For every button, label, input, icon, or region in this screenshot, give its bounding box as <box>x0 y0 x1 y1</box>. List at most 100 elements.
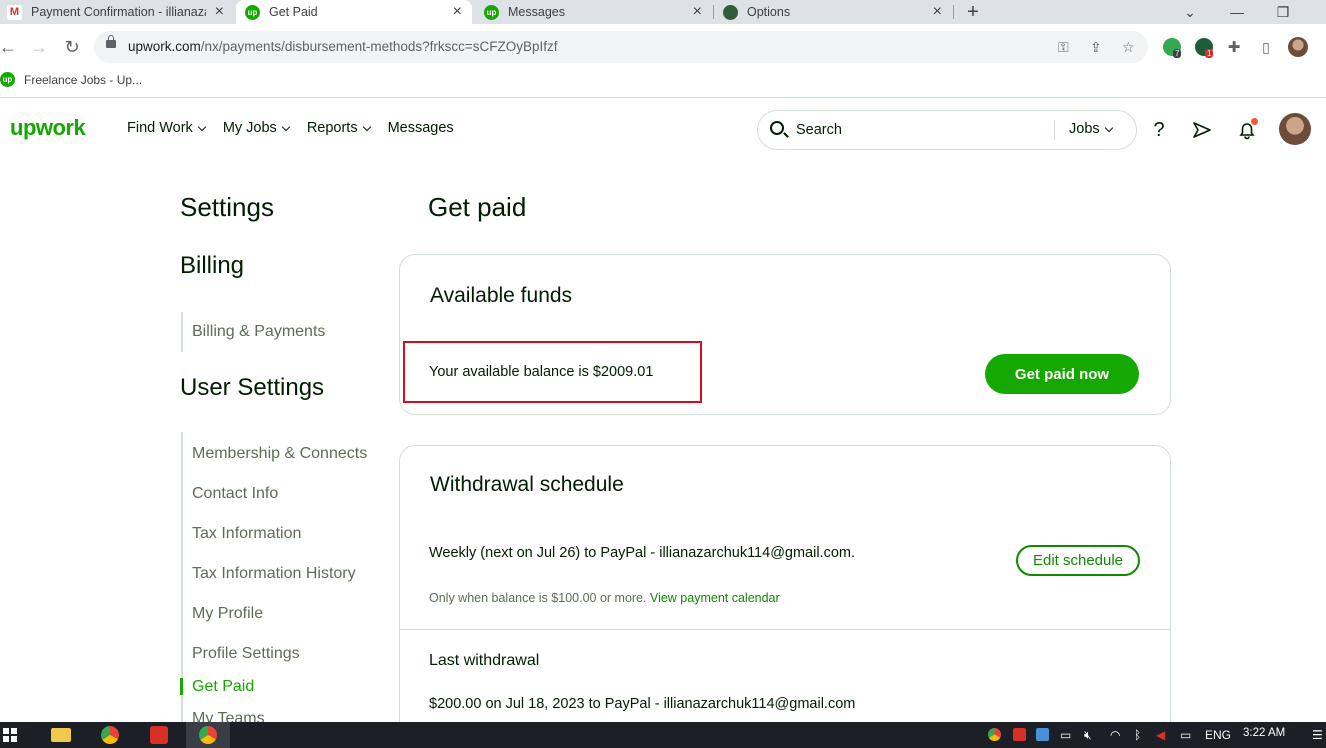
chrome-active-icon[interactable] <box>186 722 230 748</box>
app-red-icon[interactable] <box>137 722 181 748</box>
search-icon <box>770 121 784 135</box>
bookmarks-bar: up Freelance Jobs - Up... <box>0 70 1326 98</box>
last-withdrawal-title: Last withdrawal <box>429 652 540 669</box>
speaker-icon[interactable]: ◀ <box>1156 728 1165 742</box>
chevron-down-icon <box>197 122 207 131</box>
sidebar-item-billing-payments[interactable]: Billing & Payments <box>192 323 325 341</box>
settings-heading: Settings <box>180 192 274 222</box>
search-divider <box>1054 120 1055 140</box>
nav-messages[interactable]: Messages <box>388 120 454 136</box>
wifi-icon[interactable]: ◠ <box>1110 728 1120 742</box>
nav-reports[interactable]: Reports <box>307 120 371 136</box>
tab-search-icon[interactable]: ⌄ <box>1170 0 1210 24</box>
extension-badge: 1 <box>1205 49 1214 58</box>
chevron-down-icon <box>281 122 291 131</box>
tab-title: Get Paid <box>269 5 318 19</box>
notification-dot <box>1251 118 1258 125</box>
billing-heading: Billing <box>180 252 245 279</box>
chevron-down-icon <box>362 122 371 131</box>
schedule-note: Only when balance is $100.00 or more. Vi… <box>429 591 780 605</box>
sidebar-item-get-paid[interactable]: Get Paid <box>192 678 254 696</box>
browser-toolbar: ← → ↻ upwork.com/nx/payments/disbursemen… <box>0 24 1326 70</box>
file-explorer-icon[interactable] <box>39 722 83 748</box>
tab-title: Payment Confirmation - illianazar <box>31 5 206 19</box>
network-tray-icon[interactable] <box>1036 728 1049 741</box>
bookmark-freelance-jobs[interactable]: up Freelance Jobs - Up... <box>0 72 142 87</box>
close-tab-icon[interactable]: × <box>453 3 462 21</box>
tab-separator <box>713 5 714 19</box>
extension-icon <box>723 4 738 20</box>
minimize-icon[interactable]: — <box>1217 0 1257 24</box>
schedule-description: Weekly (next on Jul 26) to PayPal - illi… <box>429 545 856 561</box>
side-panel-icon[interactable]: ▯ <box>1254 35 1278 59</box>
bookmark-star-icon[interactable]: ☆ <box>1122 39 1135 56</box>
available-funds-title: Available funds <box>430 284 573 307</box>
card-divider <box>400 629 1170 630</box>
active-item-indicator <box>180 678 183 695</box>
sidebar-item-my-profile[interactable]: My Profile <box>192 605 263 623</box>
main-nav: Find Work My Jobs Reports Messages <box>127 120 454 136</box>
search-scope-select[interactable]: Jobs <box>1069 121 1113 137</box>
volume-muted-icon[interactable]: 🔇︎ <box>1084 728 1092 743</box>
billing-nav-group <box>181 312 183 352</box>
nav-my-jobs[interactable]: My Jobs <box>223 120 291 136</box>
url-text: upwork.com/nx/payments/disbursement-meth… <box>128 39 558 54</box>
sidebar-item-membership[interactable]: Membership & Connects <box>192 445 367 463</box>
reload-icon[interactable]: ↻ <box>60 35 84 59</box>
tab-options[interactable]: Options × <box>716 0 952 24</box>
sidebar-item-tax-information[interactable]: Tax Information <box>192 525 301 543</box>
notification-center-icon[interactable]: ☰ <box>1312 728 1323 742</box>
app-tray-icon[interactable] <box>1013 728 1026 741</box>
windows-taskbar: ▭ 🔇︎ ◠ ᛒ ◀ ▭ ENG 3:22 AM ☰ <box>0 722 1326 748</box>
extensions-puzzle-icon[interactable]: ✚ <box>1222 35 1246 59</box>
share-icon[interactable]: ⇪ <box>1090 39 1102 56</box>
chrome-tray-icon[interactable] <box>988 728 1001 741</box>
edit-schedule-button[interactable]: Edit schedule <box>1016 545 1140 576</box>
extension-badge: 7 <box>1173 49 1182 58</box>
upwork-logo[interactable]: upwork <box>10 115 86 141</box>
upwork-icon: up <box>245 4 260 20</box>
site-header: upwork Find Work My Jobs Reports Message… <box>0 98 1326 162</box>
lock-icon <box>106 35 116 48</box>
help-icon[interactable]: ? <box>1147 118 1171 142</box>
forward-arrow-icon[interactable]: → <box>27 35 51 59</box>
windows-start-icon[interactable] <box>0 722 32 748</box>
search-box[interactable]: Search Jobs <box>757 110 1137 150</box>
clock[interactable]: 3:22 AM <box>1243 726 1285 740</box>
close-tab-icon[interactable]: × <box>215 3 224 21</box>
direct-contracts-icon[interactable] <box>1190 118 1214 142</box>
tab-get-paid[interactable]: up Get Paid × <box>236 0 472 24</box>
browser-tab-strip: M Payment Confirmation - illianazar × up… <box>0 0 1326 24</box>
chrome-icon[interactable] <box>88 722 132 748</box>
tab-messages[interactable]: up Messages × <box>476 0 712 24</box>
profile-avatar-icon[interactable] <box>1288 37 1308 57</box>
upwork-icon: up <box>0 72 15 87</box>
sidebar-item-profile-settings[interactable]: Profile Settings <box>192 645 300 663</box>
upwork-icon: up <box>484 4 499 20</box>
sidebar-item-contact-info[interactable]: Contact Info <box>192 485 278 503</box>
view-payment-calendar-link[interactable]: View payment calendar <box>650 591 780 605</box>
user-settings-heading: User Settings <box>180 374 325 401</box>
language-indicator[interactable]: ENG <box>1205 728 1231 742</box>
battery-icon[interactable]: ▭ <box>1180 728 1191 742</box>
balance-highlight-box <box>403 341 702 403</box>
get-paid-now-button[interactable]: Get paid now <box>985 354 1139 394</box>
device-tray-icon[interactable]: ▭ <box>1060 728 1071 742</box>
sidebar-item-tax-history[interactable]: Tax Information History <box>192 565 356 583</box>
chevron-down-icon <box>1104 123 1113 132</box>
bluetooth-icon[interactable]: ᛒ <box>1134 728 1141 742</box>
close-tab-icon[interactable]: × <box>933 3 942 21</box>
tab-payment-confirmation[interactable]: M Payment Confirmation - illianazar × <box>0 0 234 24</box>
page-title: Get paid <box>428 192 527 222</box>
gmail-icon: M <box>7 4 22 20</box>
close-tab-icon[interactable]: × <box>693 3 702 21</box>
address-bar[interactable]: upwork.com/nx/payments/disbursement-meth… <box>94 31 1148 63</box>
user-avatar[interactable] <box>1279 113 1311 145</box>
search-input[interactable]: Search <box>796 122 842 138</box>
nav-find-work[interactable]: Find Work <box>127 120 207 136</box>
new-tab-button[interactable]: + <box>953 0 993 24</box>
bookmark-label: Freelance Jobs - Up... <box>24 72 143 87</box>
restore-icon[interactable]: ❐ <box>1263 0 1303 24</box>
key-icon[interactable]: ⚿ <box>1058 39 1069 56</box>
back-arrow-icon[interactable]: ← <box>0 35 20 59</box>
